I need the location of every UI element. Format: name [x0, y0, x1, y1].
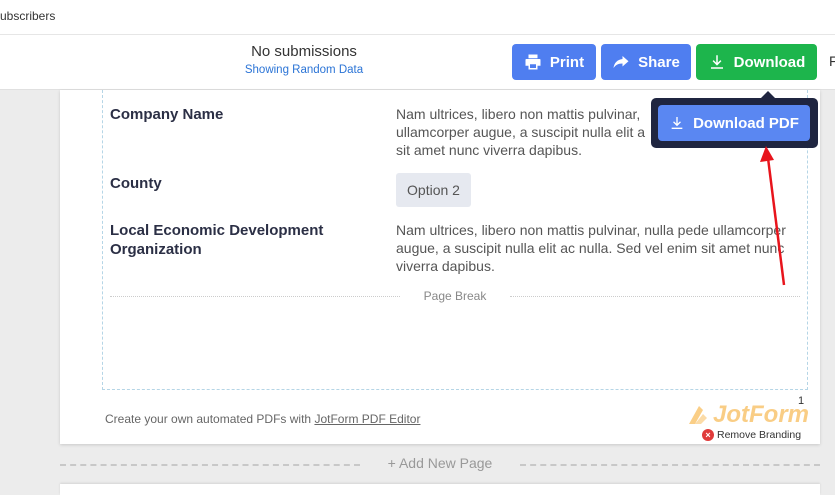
- remove-icon: ×: [702, 429, 714, 441]
- cut-off-text: F: [829, 53, 835, 69]
- next-pdf-page: [60, 484, 820, 495]
- printer-icon: [525, 54, 541, 70]
- field-label-company-name: Company Name: [110, 106, 224, 123]
- page-break[interactable]: Page Break: [110, 289, 800, 305]
- top-bar: ubscribers: [0, 0, 835, 35]
- field-label-county: County: [110, 175, 162, 192]
- download-pdf-label: Download PDF: [693, 114, 799, 132]
- add-new-page-label: + Add New Page: [387, 455, 493, 471]
- download-dropdown: Download PDF: [651, 91, 818, 148]
- download-button[interactable]: Download: [696, 44, 817, 80]
- add-new-page[interactable]: + Add New Page: [60, 455, 820, 475]
- field-label-local-economic-development: Local Economic Development Organization: [110, 222, 324, 258]
- page-break-line-right: [510, 296, 800, 297]
- dropdown-caret: [761, 91, 775, 98]
- share-arrow-icon: [613, 56, 629, 68]
- jotform-wordmark: JotForm: [713, 401, 809, 428]
- toolbar: No submissions Showing Random Data Print…: [0, 35, 835, 90]
- footer-note: Create your own automated PDFs with JotF…: [105, 412, 420, 426]
- jotform-logo-icon: [689, 406, 707, 424]
- share-button[interactable]: Share: [601, 44, 691, 80]
- jotform-pdf-editor-link[interactable]: JotForm PDF Editor: [314, 412, 420, 426]
- field-value-local-economic-development: Nam ultrices, libero non mattis pulvinar…: [396, 222, 786, 274]
- download-icon: [710, 55, 723, 69]
- remove-branding-button[interactable]: × Remove Branding: [702, 429, 801, 441]
- download-icon: [671, 117, 683, 129]
- print-button[interactable]: Print: [512, 44, 596, 80]
- status-text: No submissions: [251, 43, 357, 60]
- breadcrumb[interactable]: ubscribers: [0, 9, 55, 23]
- field-value-company-name: Nam ultrices, libero non mattis pulvinar…: [396, 106, 646, 158]
- download-pdf-button[interactable]: Download PDF: [658, 105, 810, 141]
- field-value-county: Option 2: [396, 173, 471, 207]
- add-page-line-right: [520, 464, 820, 466]
- print-label: Print: [549, 53, 585, 71]
- share-label: Share: [638, 53, 680, 71]
- download-label: Download: [733, 53, 806, 71]
- footer-note-text: Create your own automated PDFs with: [105, 412, 315, 426]
- remove-branding-label: Remove Branding: [717, 429, 802, 441]
- random-data-link[interactable]: Showing Random Data: [200, 64, 408, 76]
- jotform-logo: JotForm: [685, 400, 809, 430]
- submission-status: No submissions Showing Random Data: [200, 43, 408, 76]
